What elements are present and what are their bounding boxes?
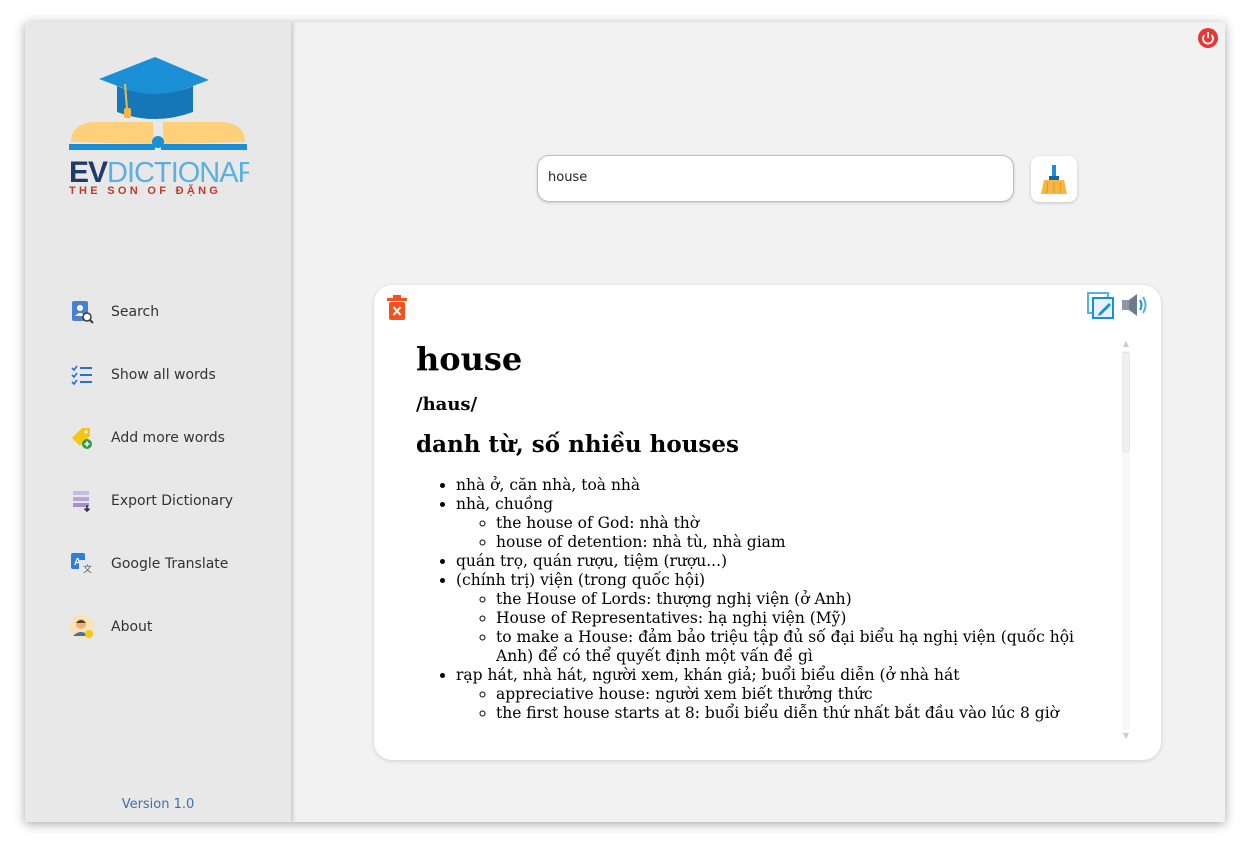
search-person-icon bbox=[69, 299, 95, 325]
sense-item: nhà, chuồngthe house of God: nhà thờhous… bbox=[456, 495, 1106, 552]
nav-label-google-translate: Google Translate bbox=[111, 556, 229, 572]
power-icon bbox=[1198, 28, 1218, 48]
search-input[interactable] bbox=[546, 169, 1005, 186]
logo-dictionary: DICTIONARY bbox=[107, 157, 249, 189]
speaker-icon bbox=[1122, 294, 1147, 316]
sense-item: quán trọ, quán rượu, tiệm (rượu...) bbox=[456, 552, 1106, 571]
nav-item-about[interactable]: About bbox=[69, 612, 152, 642]
definition-panel: house /haus/ danh từ, số nhiều houses nh… bbox=[374, 285, 1161, 760]
nav-item-search[interactable]: Search bbox=[69, 297, 159, 327]
scroll-down-icon[interactable]: ▼ bbox=[1122, 732, 1130, 740]
example-list: the house of God: nhà thờhouse of detent… bbox=[456, 514, 1106, 552]
example-item: to make a House: đảm bảo triệu tập đủ số… bbox=[496, 628, 1106, 666]
sense-item: nhà ở, căn nhà, toà nhà bbox=[456, 476, 1106, 495]
pronounce-button[interactable] bbox=[1120, 291, 1150, 319]
definition-scrollbar[interactable]: ▲ ▼ bbox=[1119, 340, 1133, 740]
example-item: house of detention: nhà tù, nhà giam bbox=[496, 533, 1106, 552]
nav-label-search: Search bbox=[111, 304, 160, 320]
power-button[interactable] bbox=[1198, 28, 1218, 48]
app-window: THE SON OF ĐẶNG EVDICTIONARY Search Show… bbox=[25, 22, 1225, 822]
list-check-icon bbox=[69, 362, 95, 388]
logo-ev: EV bbox=[69, 156, 108, 189]
scroll-thumb[interactable] bbox=[1122, 352, 1130, 452]
nav-label-add-more-words: Add more words bbox=[111, 430, 225, 446]
example-item: appreciative house: người xem biết thưởn… bbox=[496, 685, 1106, 704]
sense-text: nhà ở, căn nhà, toà nhà bbox=[456, 476, 641, 494]
nav-label-show-all-words: Show all words bbox=[111, 367, 216, 383]
entry-part-of-speech: danh từ, số nhiều houses bbox=[416, 431, 739, 458]
nav-label-export-dictionary: Export Dictionary bbox=[111, 493, 234, 509]
tag-add-icon bbox=[69, 425, 95, 451]
scroll-up-icon[interactable]: ▲ bbox=[1122, 340, 1130, 348]
sense-text: (chính trị) viện (trong quốc hội) bbox=[456, 571, 706, 589]
sense-text: quán trọ, quán rượu, tiệm (rượu...) bbox=[456, 552, 728, 570]
svg-text:EVDICTIONARY: EVDICTIONARY bbox=[69, 156, 249, 189]
nav-item-show-all-words[interactable]: Show all words bbox=[69, 360, 216, 390]
example-item: House of Representatives: hạ nghị viện (… bbox=[496, 609, 1106, 628]
sense-item: (chính trị) viện (trong quốc hội)the Hou… bbox=[456, 571, 1106, 666]
search-box[interactable] bbox=[537, 155, 1014, 202]
definition-content: house /haus/ danh từ, số nhiều houses nh… bbox=[416, 340, 1106, 740]
user-avatar-icon bbox=[69, 614, 95, 640]
nav-item-google-translate[interactable]: A文 Google Translate bbox=[69, 549, 228, 579]
example-list: the House of Lords: thượng nghị viện (ở … bbox=[456, 590, 1106, 666]
sidebar: THE SON OF ĐẶNG EVDICTIONARY Search Show… bbox=[25, 22, 291, 822]
nav-label-about: About bbox=[111, 619, 153, 635]
entry-pronunciation: /haus/ bbox=[416, 394, 478, 415]
broom-icon bbox=[1041, 165, 1067, 194]
delete-word-button[interactable] bbox=[386, 295, 408, 321]
logo: THE SON OF ĐẶNG EVDICTIONARY bbox=[69, 57, 249, 197]
entry-word: house bbox=[416, 340, 523, 378]
sense-item: rạp hát, nhà hát, người xem, khán giả; b… bbox=[456, 666, 1106, 723]
example-item: the first house starts at 8: buổi biểu d… bbox=[496, 704, 1106, 723]
clear-search-button[interactable] bbox=[1031, 156, 1077, 202]
example-item: the House of Lords: thượng nghị viện (ở … bbox=[496, 590, 1106, 609]
edit-word-button[interactable] bbox=[1087, 292, 1115, 320]
senses-list: nhà ở, căn nhà, toà nhànhà, chuồngthe ho… bbox=[416, 476, 1106, 723]
example-list: appreciative house: người xem biết thưởn… bbox=[456, 685, 1106, 723]
edit-icon bbox=[1087, 292, 1114, 319]
example-item: the house of God: nhà thờ bbox=[496, 514, 1106, 533]
sense-text: nhà, chuồng bbox=[456, 495, 554, 513]
svg-text:文: 文 bbox=[83, 563, 92, 575]
export-icon bbox=[69, 488, 95, 514]
nav-item-export-dictionary[interactable]: Export Dictionary bbox=[69, 486, 233, 516]
sense-text: rạp hát, nhà hát, người xem, khán giả; b… bbox=[456, 666, 960, 684]
translate-icon: A文 bbox=[69, 551, 95, 577]
trash-icon bbox=[387, 295, 407, 320]
version-label: Version 1.0 bbox=[121, 797, 195, 812]
nav-item-add-more-words[interactable]: Add more words bbox=[69, 423, 225, 453]
